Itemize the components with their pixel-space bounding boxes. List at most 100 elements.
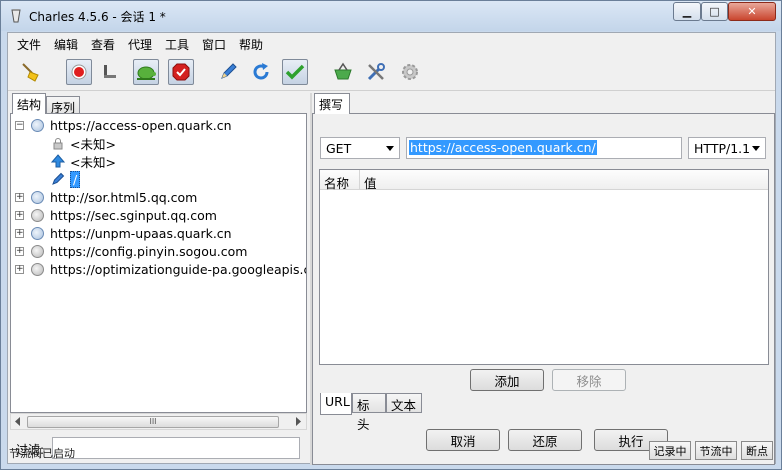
status-text: 节流阀已启动	[9, 447, 75, 460]
tree-node-unknown-2[interactable]: <未知>	[50, 152, 116, 170]
compose-button[interactable]	[215, 59, 241, 85]
tree-node-label: https://access-open.quark.cn	[50, 117, 232, 133]
recording-status-button[interactable]: 记录中	[649, 441, 691, 460]
menu-proxy[interactable]: 代理	[128, 36, 152, 53]
pen-icon	[50, 172, 65, 187]
expand-icon[interactable]: +	[15, 192, 24, 202]
tree-node-label: https://sec.sginput.qq.com	[50, 207, 217, 223]
expand-icon[interactable]: +	[15, 228, 24, 238]
refresh-icon	[253, 63, 269, 80]
protocol-value: HTTP/1.1	[694, 140, 751, 156]
minimize-button[interactable]: ▁	[673, 2, 701, 21]
tools-button[interactable]	[363, 59, 389, 85]
client-area: 文件 编辑 查看 代理 工具 窗口 帮助 结构 序列 − https://acc…	[7, 32, 776, 465]
minimize-icon: ▁	[682, 5, 692, 18]
column-name[interactable]: 名称	[324, 173, 349, 192]
globe-icon	[30, 190, 45, 205]
tree-node-unknown-1[interactable]: <未知>	[50, 134, 116, 152]
breakpoint-icon	[172, 63, 190, 81]
protocol-select[interactable]: HTTP/1.1	[688, 137, 766, 159]
params-table-header: 名称 值	[320, 170, 768, 192]
tab-structure[interactable]: 结构	[12, 93, 46, 114]
repeat-button[interactable]	[248, 59, 274, 85]
basket-button[interactable]	[330, 59, 356, 85]
record-icon	[71, 64, 87, 80]
tree-node-access-open[interactable]: − https://access-open.quark.cn	[15, 116, 232, 134]
turtle-icon	[137, 66, 156, 80]
url-input[interactable]: https://access-open.quark.cn/	[406, 137, 682, 159]
check-icon	[285, 64, 305, 80]
menu-help[interactable]: 帮助	[239, 36, 263, 53]
subtab-text[interactable]: 文本	[386, 393, 422, 413]
charles-app-icon	[11, 9, 21, 23]
subtab-url[interactable]: URL	[320, 393, 352, 415]
params-table: 名称 值	[319, 169, 769, 365]
menu-bar: 文件 编辑 查看 代理 工具 窗口 帮助	[8, 33, 775, 55]
method-select[interactable]: GET	[320, 137, 400, 159]
globe-icon	[30, 226, 45, 241]
breakpoints-button[interactable]	[133, 59, 159, 85]
close-button[interactable]: ✕	[728, 2, 776, 21]
remove-button[interactable]: 移除	[552, 369, 626, 391]
host-tree: − https://access-open.quark.cn <未知> <未知>	[10, 113, 307, 413]
locked-globe-icon	[30, 244, 45, 259]
column-divider[interactable]	[359, 170, 360, 190]
maximize-icon: □	[709, 5, 720, 18]
tree-node-sec-sginput[interactable]: + https://sec.sginput.qq.com	[15, 206, 217, 224]
subtab-headers[interactable]: 标头	[352, 393, 386, 432]
scroll-left-icon[interactable]	[14, 417, 22, 426]
tree-node-label: https://optimizationguide-pa.googleapis.…	[50, 261, 307, 277]
tree-node-sor-html5[interactable]: + http://sor.html5.qq.com	[15, 188, 197, 206]
tree-node-optimizationguide[interactable]: + https://optimizationguide-pa.googleapi…	[15, 260, 307, 278]
column-value[interactable]: 值	[364, 173, 377, 192]
tree-node-label: http://sor.html5.qq.com	[50, 189, 198, 205]
revert-button[interactable]: 还原	[508, 429, 582, 451]
throttling-status-button[interactable]: 节流中	[695, 441, 737, 460]
collapse-icon[interactable]: −	[15, 120, 24, 130]
menu-tools[interactable]: 工具	[165, 36, 189, 53]
upload-arrow-icon	[50, 154, 65, 169]
enable-breakpoints-button[interactable]	[168, 59, 194, 85]
filter-input[interactable]	[52, 437, 300, 459]
chevron-down-icon	[386, 146, 394, 151]
add-button[interactable]: 添加	[470, 369, 544, 391]
tree-node-label: https://unpm-upaas.quark.cn	[50, 225, 232, 241]
tree-node-label-selected: /	[70, 170, 81, 188]
expand-icon[interactable]: +	[15, 246, 24, 256]
close-icon: ✕	[747, 5, 757, 18]
tab-compose[interactable]: 撰写	[314, 93, 350, 114]
tree-node-unpm-upaas[interactable]: + https://unpm-upaas.quark.cn	[15, 224, 232, 242]
maximize-button[interactable]: □	[701, 2, 728, 21]
expand-icon[interactable]: +	[15, 264, 24, 274]
tree-node-root-path[interactable]: /	[50, 170, 81, 188]
tree-horizontal-scrollbar[interactable]: III	[10, 413, 307, 430]
toolbar	[8, 55, 775, 91]
tab-sequence[interactable]: 序列	[46, 96, 80, 115]
expand-icon[interactable]: +	[15, 210, 24, 220]
scroll-thumb[interactable]: III	[27, 416, 279, 428]
settings-button[interactable]	[397, 59, 423, 85]
scroll-right-icon[interactable]	[294, 417, 302, 426]
gear-icon	[402, 64, 418, 80]
cancel-button[interactable]: 取消	[426, 429, 500, 451]
tree-node-label: https://config.pinyin.sogou.com	[50, 243, 248, 259]
menu-view[interactable]: 查看	[91, 36, 115, 53]
record-button[interactable]	[66, 59, 92, 85]
compose-pane: 撰写 GET https://access-open.quark.cn/ HTT…	[312, 93, 775, 465]
clear-session-button[interactable]	[18, 59, 44, 85]
locked-globe-icon	[30, 208, 45, 223]
menu-edit[interactable]: 编辑	[54, 36, 78, 53]
window-title: Charles 4.5.6 - 会话 1 *	[29, 10, 166, 24]
tree-node-label: <未知>	[70, 154, 116, 170]
validate-button[interactable]	[282, 59, 308, 85]
menu-file[interactable]: 文件	[17, 36, 41, 53]
structure-pane: 结构 序列 − https://access-open.quark.cn <未知…	[10, 93, 309, 434]
menu-window[interactable]: 窗口	[202, 36, 226, 53]
globe-icon	[30, 118, 45, 133]
locked-globe-icon	[30, 262, 45, 277]
broom-icon	[22, 63, 39, 82]
charles-window: Charles 4.5.6 - 会话 1 * ▁ □ ✕ 文件 编辑 查看 代理…	[0, 0, 782, 470]
tree-node-config-pinyin[interactable]: + https://config.pinyin.sogou.com	[15, 242, 247, 260]
breakpoints-status-button[interactable]: 断点	[741, 441, 773, 460]
throttle-button[interactable]	[96, 59, 122, 85]
